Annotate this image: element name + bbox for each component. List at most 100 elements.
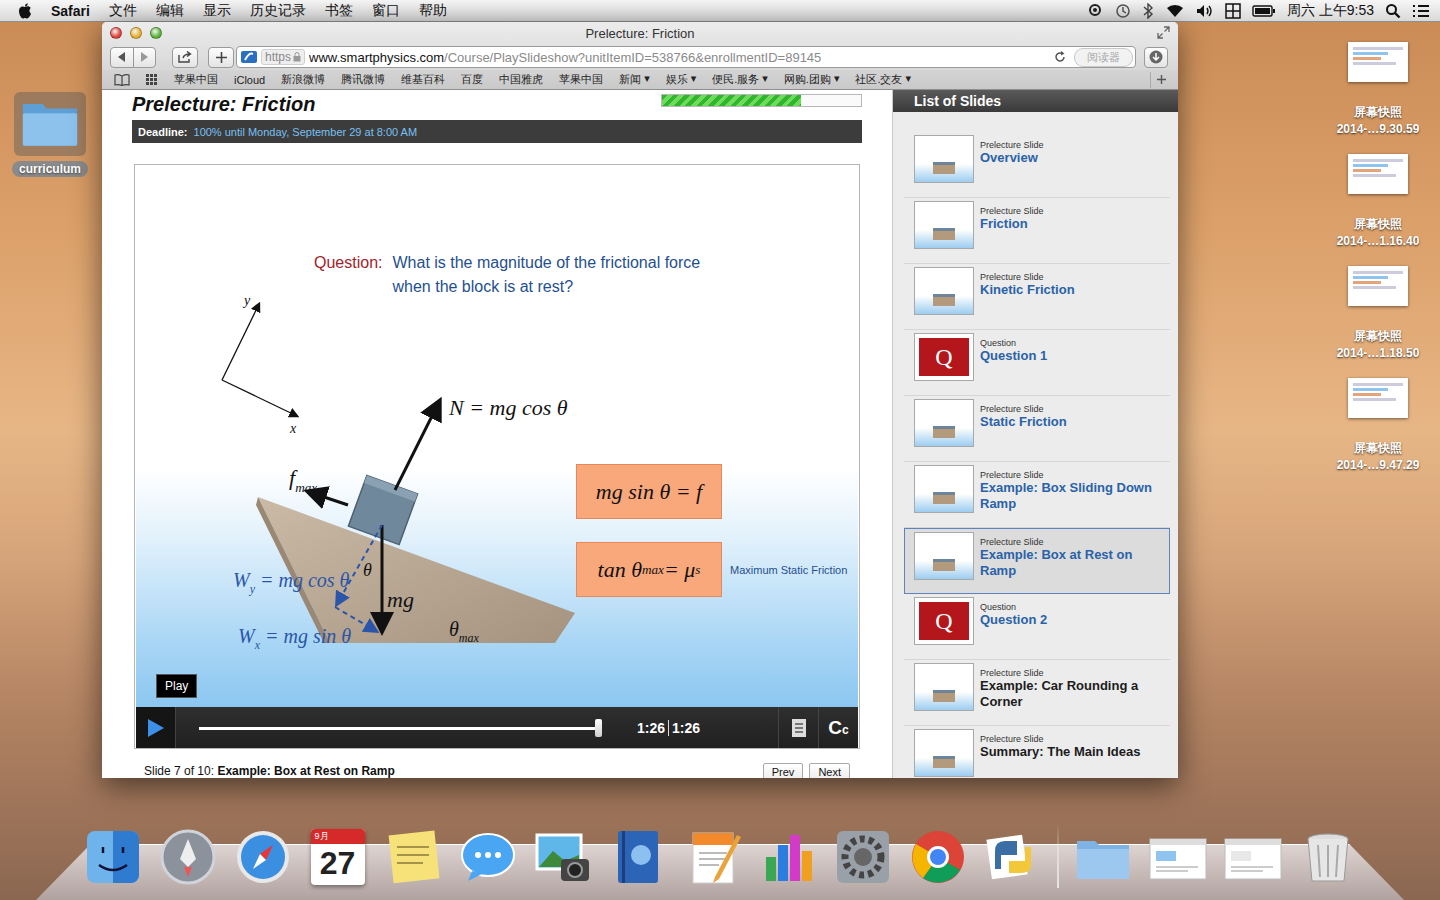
time-machine-icon[interactable] <box>1115 3 1131 19</box>
dock-item[interactable] <box>157 826 219 888</box>
back-button[interactable] <box>111 48 133 67</box>
app-menu[interactable]: Safari <box>51 3 90 19</box>
slide-list-item[interactable]: QQuestionQuestion 2 <box>904 594 1170 660</box>
bookmark[interactable]: 苹果中国 <box>559 72 603 87</box>
seek-knob[interactable] <box>595 719 602 737</box>
menu-item[interactable]: 书签 <box>325 2 353 20</box>
slide-list-item[interactable]: Prelecture SlideKinetic Friction <box>904 264 1170 330</box>
numbers-icon[interactable] <box>758 827 818 887</box>
bookmark[interactable]: 社区.交友▾ <box>855 72 911 87</box>
dock-item[interactable] <box>82 826 144 888</box>
bookmark[interactable]: 苹果中国 <box>174 72 218 87</box>
bookmark[interactable]: 便民.服务▾ <box>712 72 768 87</box>
captions-button[interactable]: Cc <box>818 707 858 748</box>
downloads-folder-icon[interactable] <box>1073 827 1133 887</box>
prev-button[interactable]: Prev <box>763 763 804 778</box>
input-method-icon[interactable] <box>1225 3 1241 19</box>
add-bookmark-button[interactable] <box>1150 72 1172 88</box>
search-icon[interactable] <box>1385 3 1401 19</box>
trash-icon[interactable] <box>1298 827 1358 887</box>
downloads-button[interactable] <box>1144 47 1168 68</box>
bookmark[interactable]: 网购.团购▾ <box>784 72 840 87</box>
top-sites-icon[interactable] <box>146 74 158 86</box>
bookmark[interactable]: 中国雅虎 <box>499 72 543 87</box>
menu-item[interactable]: 编辑 <box>156 2 184 20</box>
slide-list-item[interactable]: Prelecture SlideOverview <box>904 132 1170 198</box>
fullscreen-icon[interactable] <box>1157 26 1170 39</box>
finder-icon[interactable] <box>83 827 143 887</box>
menu-item[interactable]: 帮助 <box>419 2 447 20</box>
bookmark[interactable]: 新浪微博 <box>281 72 325 87</box>
bluetooth-icon[interactable] <box>1142 3 1154 19</box>
notifications-icon[interactable] <box>1412 3 1430 19</box>
dock-item[interactable] <box>682 826 744 888</box>
battery-icon[interactable] <box>1252 4 1276 18</box>
slide-list-item[interactable]: Prelecture SlideExample: Box Sliding Dow… <box>904 462 1170 528</box>
dock-item[interactable] <box>1222 826 1284 888</box>
new-tab-button[interactable] <box>208 47 234 68</box>
transcript-button[interactable] <box>778 707 818 748</box>
seek-slider[interactable] <box>199 719 599 737</box>
dock-item[interactable] <box>1072 826 1134 888</box>
dock-item[interactable] <box>382 826 444 888</box>
menu-item[interactable]: 文件 <box>109 2 137 20</box>
desktop-file[interactable]: 屏幕快照2014-…9.47.29 <box>1316 378 1440 490</box>
reload-icon[interactable] <box>1054 51 1066 63</box>
safari-icon[interactable] <box>233 827 293 887</box>
minimized-window-icon[interactable] <box>1148 827 1208 887</box>
bookmark[interactable]: 百度 <box>461 72 483 87</box>
dock-item[interactable] <box>1147 826 1209 888</box>
reading-list-icon[interactable] <box>114 74 130 86</box>
slide-list-item[interactable]: Prelecture SlideSummary: The Main Ideas <box>904 726 1170 778</box>
next-button[interactable]: Next <box>809 763 850 778</box>
slide-list-item[interactable]: QQuestionQuestion 1 <box>904 330 1170 396</box>
system-preferences-icon[interactable] <box>833 827 893 887</box>
slide-list-item[interactable]: Prelecture SlideStatic Friction <box>904 396 1170 462</box>
clock[interactable]: 周六 上午9:53 <box>1287 2 1374 20</box>
desktop-file[interactable]: 屏幕快照2014-…1.16.40 <box>1316 154 1440 266</box>
desktop-file[interactable]: 屏幕快照2014-…9.30.59 <box>1316 42 1440 154</box>
wifi-icon[interactable] <box>1165 3 1185 19</box>
iphoto-icon[interactable] <box>533 827 593 887</box>
launchpad-icon[interactable] <box>158 827 218 887</box>
desktop-file[interactable]: 屏幕快照2014-…1.18.50 <box>1316 266 1440 378</box>
pages-icon[interactable] <box>683 827 743 887</box>
minimize-button[interactable] <box>130 27 142 39</box>
menu-item[interactable]: 显示 <box>203 2 231 20</box>
bookmark[interactable]: 新闻▾ <box>619 72 650 87</box>
slide-list-item[interactable]: Prelecture SlideExample: Car Rounding a … <box>904 660 1170 726</box>
bookmark[interactable]: iCloud <box>234 74 265 86</box>
dock-item[interactable]: 9月27 <box>307 826 369 888</box>
dock-item[interactable] <box>907 826 969 888</box>
slide-list-item[interactable]: Prelecture SlideFriction <box>904 198 1170 264</box>
reader-button[interactable]: 阅读器 <box>1074 48 1133 67</box>
share-button[interactable] <box>172 47 198 68</box>
folder-icon[interactable] <box>14 92 86 156</box>
dictionary-icon[interactable] <box>608 827 668 887</box>
dock-item[interactable] <box>532 826 594 888</box>
minimized-window-icon[interactable] <box>1223 827 1283 887</box>
slide-list-item[interactable]: Prelecture SlideExample: Box at Rest on … <box>904 528 1170 594</box>
volume-icon[interactable] <box>1196 3 1214 19</box>
forward-button[interactable] <box>133 48 156 67</box>
messages-icon[interactable] <box>458 827 518 887</box>
dock-item[interactable] <box>232 826 294 888</box>
chrome-icon[interactable] <box>908 827 968 887</box>
dock-item[interactable] <box>1297 826 1359 888</box>
address-field[interactable]: httpswww.smartphysics.com/Course/PlaySli… <box>236 46 1136 68</box>
dock-item[interactable] <box>982 826 1044 888</box>
python-icon[interactable] <box>983 827 1043 887</box>
bookmark[interactable]: 腾讯微博 <box>341 72 385 87</box>
menu-item[interactable]: 窗口 <box>372 2 400 20</box>
bookmark[interactable]: 维基百科 <box>401 72 445 87</box>
desktop-folder[interactable]: curriculum <box>9 92 91 177</box>
menu-item[interactable]: 历史记录 <box>250 2 306 20</box>
dock-item[interactable] <box>757 826 819 888</box>
apple-icon[interactable] <box>18 3 32 19</box>
close-button[interactable] <box>110 27 122 39</box>
dock-item[interactable] <box>832 826 894 888</box>
spotlight-status-icon[interactable] <box>1088 3 1104 19</box>
dock-item[interactable] <box>607 826 669 888</box>
bookmark[interactable]: 娱乐▾ <box>666 72 697 87</box>
play-button[interactable] <box>136 707 176 748</box>
